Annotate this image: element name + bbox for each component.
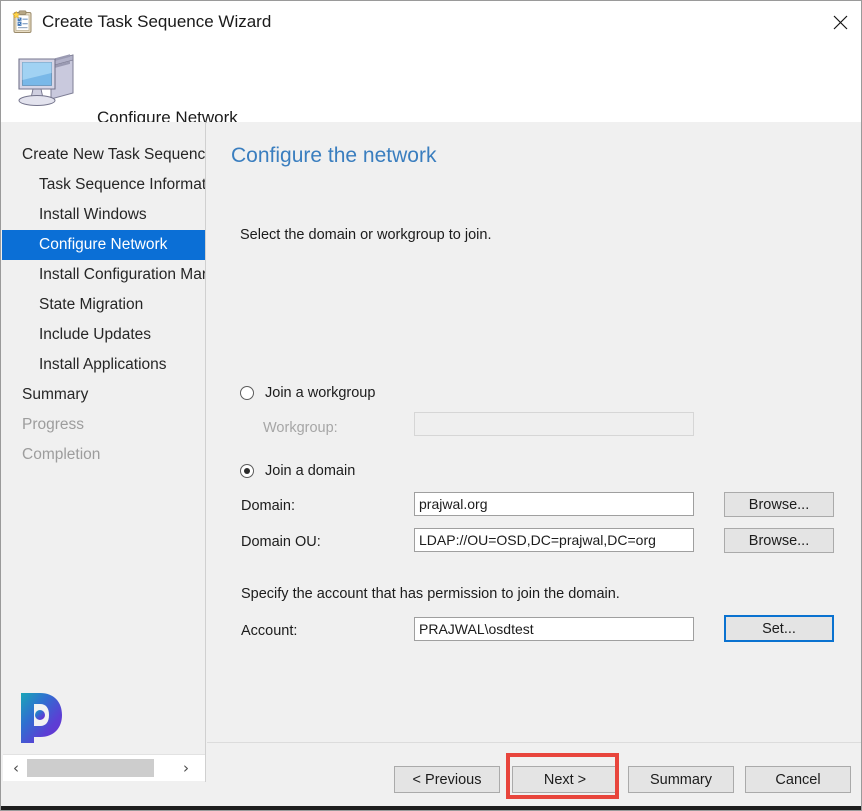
wizard-footer: < Previous Next > Summary Cancel — [207, 742, 861, 810]
domain-ou-input[interactable]: LDAP://OU=OSD,DC=prajwal,DC=org — [414, 528, 694, 552]
bottom-edge-strip — [1, 806, 861, 810]
wizard-sidebar: Create New Task Sequence Task Sequence I… — [2, 122, 206, 782]
account-description: Specify the account that has permission … — [241, 586, 620, 602]
wizard-step-list: Create New Task Sequence Task Sequence I… — [2, 140, 205, 470]
wizard-content-pane: Configure the network Select the domain … — [207, 122, 861, 741]
account-set-button[interactable]: Set... — [724, 615, 834, 642]
sidebar-item-completion: Completion — [22, 446, 101, 463]
sidebar-item-task-sequence-information[interactable]: Task Sequence Informatio — [2, 170, 205, 200]
previous-button[interactable]: < Previous — [394, 766, 500, 793]
sidebar-item-create-new-task-sequence[interactable]: Create New Task Sequence — [2, 140, 205, 170]
account-field-label: Account: — [241, 623, 298, 639]
sidebar-item-state-migration[interactable]: State Migration — [2, 290, 205, 320]
scrollbar-thumb[interactable] — [27, 759, 154, 777]
page-title: Configure the network — [231, 144, 437, 167]
close-button[interactable] — [817, 1, 861, 43]
prajwal-p-logo — [16, 690, 66, 746]
sidebar-horizontal-scrollbar[interactable]: ‹ › — [3, 754, 205, 781]
join-workgroup-radio[interactable] — [240, 386, 254, 400]
domain-field-label: Domain: — [241, 498, 295, 514]
join-domain-radio[interactable] — [240, 464, 254, 478]
summary-button[interactable]: Summary — [628, 766, 734, 793]
workgroup-input — [414, 412, 694, 436]
window-title: Create Task Sequence Wizard — [42, 12, 272, 31]
domain-ou-browse-button[interactable]: Browse... — [724, 528, 834, 553]
wizard-header: Configure Network — [1, 46, 861, 127]
domain-browse-button[interactable]: Browse... — [724, 492, 834, 517]
domain-input[interactable]: prajwal.org — [414, 492, 694, 516]
sidebar-item-include-updates[interactable]: Include Updates — [2, 320, 205, 350]
create-task-sequence-wizard-window: Create Task Sequence Wizard Configure Ne… — [0, 0, 862, 811]
task-sequence-clipboard-icon — [11, 10, 35, 35]
workgroup-field-label: Workgroup: — [263, 420, 338, 436]
intro-text: Select the domain or workgroup to join. — [240, 227, 492, 243]
sidebar-item-install-applications[interactable]: Install Applications — [2, 350, 205, 380]
next-button[interactable]: Next > — [512, 766, 618, 793]
scroll-right-arrow-icon[interactable]: › — [175, 755, 197, 781]
scroll-left-arrow-icon[interactable]: ‹ — [5, 755, 27, 781]
sidebar-item-summary[interactable]: Summary — [2, 380, 205, 410]
join-workgroup-radio-row[interactable]: Join a workgroup — [240, 385, 375, 401]
sidebar-item-install-windows[interactable]: Install Windows — [2, 200, 205, 230]
domain-ou-field-label: Domain OU: — [241, 534, 321, 550]
sidebar-item-configure-network[interactable]: Configure Network — [2, 230, 205, 260]
computer-icon — [15, 49, 81, 111]
join-domain-label: Join a domain — [265, 463, 356, 479]
sidebar-item-install-configuration-manager[interactable]: Install Configuration Mar — [2, 260, 205, 290]
title-bar: Create Task Sequence Wizard — [1, 1, 861, 46]
account-input[interactable]: PRAJWAL\osdtest — [414, 617, 694, 641]
join-domain-radio-row[interactable]: Join a domain — [240, 463, 355, 479]
sidebar-item-progress: Progress — [22, 416, 85, 433]
cancel-button[interactable]: Cancel — [745, 766, 851, 793]
join-workgroup-label: Join a workgroup — [265, 385, 376, 401]
